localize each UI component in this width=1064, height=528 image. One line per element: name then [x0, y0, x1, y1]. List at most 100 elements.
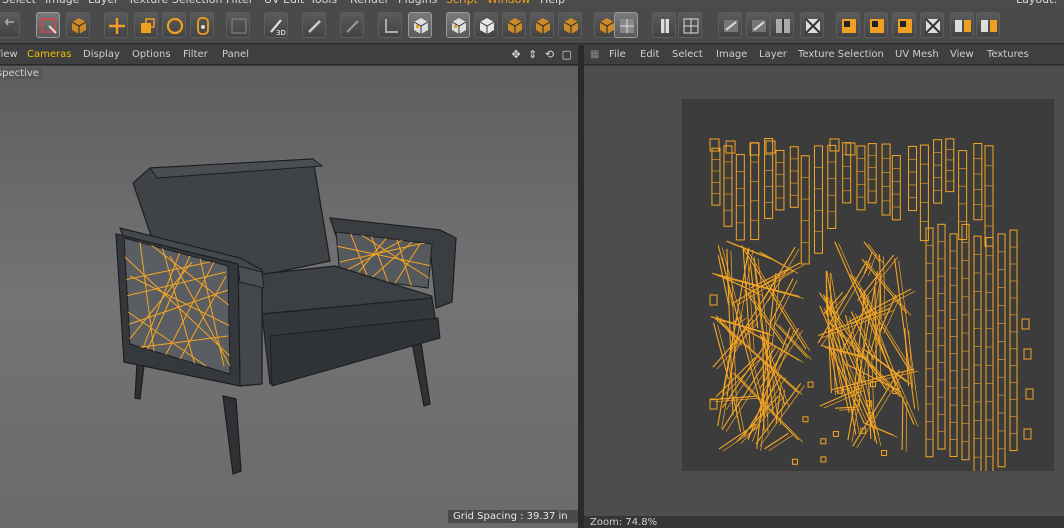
- uv-menu-file[interactable]: File: [609, 49, 626, 60]
- uv-menu-textures[interactable]: Textures: [987, 49, 1029, 60]
- uv-menu-texture-selection[interactable]: Texture Selection: [798, 49, 884, 60]
- uv-island[interactable]: [820, 438, 827, 445]
- viewport-menu-options[interactable]: Options: [132, 49, 171, 60]
- uv-island[interactable]: [908, 145, 918, 212]
- uv-island[interactable]: [1023, 348, 1032, 360]
- uv-edge: [751, 329, 795, 442]
- uv-menu-uv-mesh[interactable]: UV Mesh: [895, 49, 939, 60]
- uv-island[interactable]: [919, 144, 929, 242]
- uv-island[interactable]: [800, 155, 810, 265]
- uv-edge: [866, 424, 898, 438]
- cube-button[interactable]: [66, 12, 90, 38]
- uv-island[interactable]: [1009, 229, 1018, 452]
- uv-grid-button[interactable]: [614, 12, 638, 38]
- uv-menu-select[interactable]: Select: [672, 49, 703, 60]
- uv-island[interactable]: [832, 430, 839, 437]
- uv-island[interactable]: [973, 235, 982, 471]
- uv-island[interactable]: [867, 143, 877, 204]
- 3d-viewport[interactable]: Perspective: [0, 66, 578, 528]
- uv-menu-view[interactable]: View: [950, 49, 974, 60]
- uv-fit-button[interactable]: [800, 12, 824, 38]
- uv-island[interactable]: [881, 143, 891, 216]
- move-button[interactable]: [104, 12, 128, 38]
- uv-island[interactable]: [802, 416, 809, 423]
- uv-tile-button[interactable]: [892, 12, 916, 38]
- uv-island[interactable]: [775, 149, 785, 211]
- uv-island[interactable]: [750, 142, 760, 241]
- rotate-button[interactable]: [162, 12, 186, 38]
- grip-icon[interactable]: ▦: [590, 49, 599, 60]
- uv-island[interactable]: [933, 139, 943, 204]
- viewport-menu-cameras[interactable]: Cameras: [27, 49, 71, 60]
- uv-island[interactable]: [820, 456, 827, 463]
- layout-button[interactable]: [976, 12, 1000, 38]
- uv-island[interactable]: [765, 140, 776, 154]
- uv-tile-button[interactable]: [864, 12, 888, 38]
- uv-map-button[interactable]: [718, 12, 742, 38]
- viewport-menu-view[interactable]: View: [0, 49, 18, 60]
- undo-button[interactable]: [0, 12, 20, 38]
- viewport-menu-filter[interactable]: Filter: [183, 49, 208, 60]
- uv-island[interactable]: [997, 233, 1006, 468]
- uv-island[interactable]: [881, 450, 888, 457]
- uv-island[interactable]: [807, 381, 814, 388]
- uv-island[interactable]: [945, 138, 955, 193]
- brush-button[interactable]: [302, 12, 326, 38]
- layout-button[interactable]: [950, 12, 974, 38]
- uv-island[interactable]: [709, 294, 718, 306]
- uv-island[interactable]: [711, 147, 721, 206]
- uv-island[interactable]: [749, 142, 760, 156]
- uv-layout-button[interactable]: [678, 12, 702, 38]
- uv-menu-image[interactable]: Image: [716, 49, 747, 60]
- uv-island[interactable]: [735, 154, 745, 241]
- cube-button[interactable]: [502, 12, 526, 38]
- uv-island[interactable]: [709, 398, 718, 410]
- uv-texture-canvas[interactable]: [682, 99, 1054, 471]
- uv-island[interactable]: [827, 144, 837, 229]
- uv-island[interactable]: [789, 146, 799, 208]
- uv-island[interactable]: [1021, 318, 1030, 330]
- uv-island[interactable]: [984, 145, 994, 247]
- uv-island[interactable]: [842, 142, 852, 204]
- selection-button[interactable]: [36, 12, 60, 38]
- uv-editor-area[interactable]: [584, 66, 1064, 516]
- uv-island[interactable]: [961, 223, 970, 461]
- uv-island[interactable]: [985, 237, 994, 471]
- polygon-pen-button[interactable]: [340, 12, 364, 38]
- uv-island[interactable]: [723, 145, 733, 227]
- scale-button[interactable]: [134, 12, 158, 38]
- uv-island[interactable]: [925, 227, 934, 458]
- uv-points-button[interactable]: [474, 12, 498, 38]
- uv-island[interactable]: [891, 155, 901, 221]
- uv-island[interactable]: [791, 458, 798, 465]
- uv-island[interactable]: [949, 233, 958, 457]
- uv-island[interactable]: [813, 145, 823, 254]
- uv-island[interactable]: [937, 223, 946, 450]
- cube-button[interactable]: [558, 12, 582, 38]
- uv-island[interactable]: [958, 150, 968, 240]
- viewport-menu-panel[interactable]: Panel: [222, 49, 249, 60]
- uv-map-button[interactable]: [746, 12, 770, 38]
- uv-island[interactable]: [973, 142, 983, 221]
- uv-fit-button[interactable]: [920, 12, 944, 38]
- coordinate-button[interactable]: [190, 12, 214, 38]
- uv-mirror-button[interactable]: [770, 12, 794, 38]
- uv-island[interactable]: [725, 140, 736, 154]
- filter-button[interactable]: [226, 12, 250, 38]
- uv-island[interactable]: [709, 138, 720, 152]
- checker-cube-button[interactable]: [408, 12, 432, 38]
- cube-button[interactable]: [530, 12, 554, 38]
- checker-cube-button[interactable]: [446, 12, 470, 38]
- uv-tile-button[interactable]: [836, 12, 860, 38]
- corner-button[interactable]: [378, 12, 402, 38]
- uv-menu-layer[interactable]: Layer: [759, 49, 787, 60]
- viewport-menu-display[interactable]: Display: [83, 49, 120, 60]
- corner-icon: [385, 19, 398, 33]
- paint-3d-button[interactable]: 3D: [264, 12, 288, 38]
- uv-island[interactable]: [1025, 388, 1034, 400]
- viewport-nav-icons[interactable]: ✥ ⇕ ⟲ ▢: [511, 48, 574, 61]
- uv-relax-button[interactable]: [652, 12, 676, 38]
- uv-island[interactable]: [1023, 428, 1032, 440]
- uv-menu-edit[interactable]: Edit: [640, 49, 659, 60]
- uv-island[interactable]: [856, 145, 866, 211]
